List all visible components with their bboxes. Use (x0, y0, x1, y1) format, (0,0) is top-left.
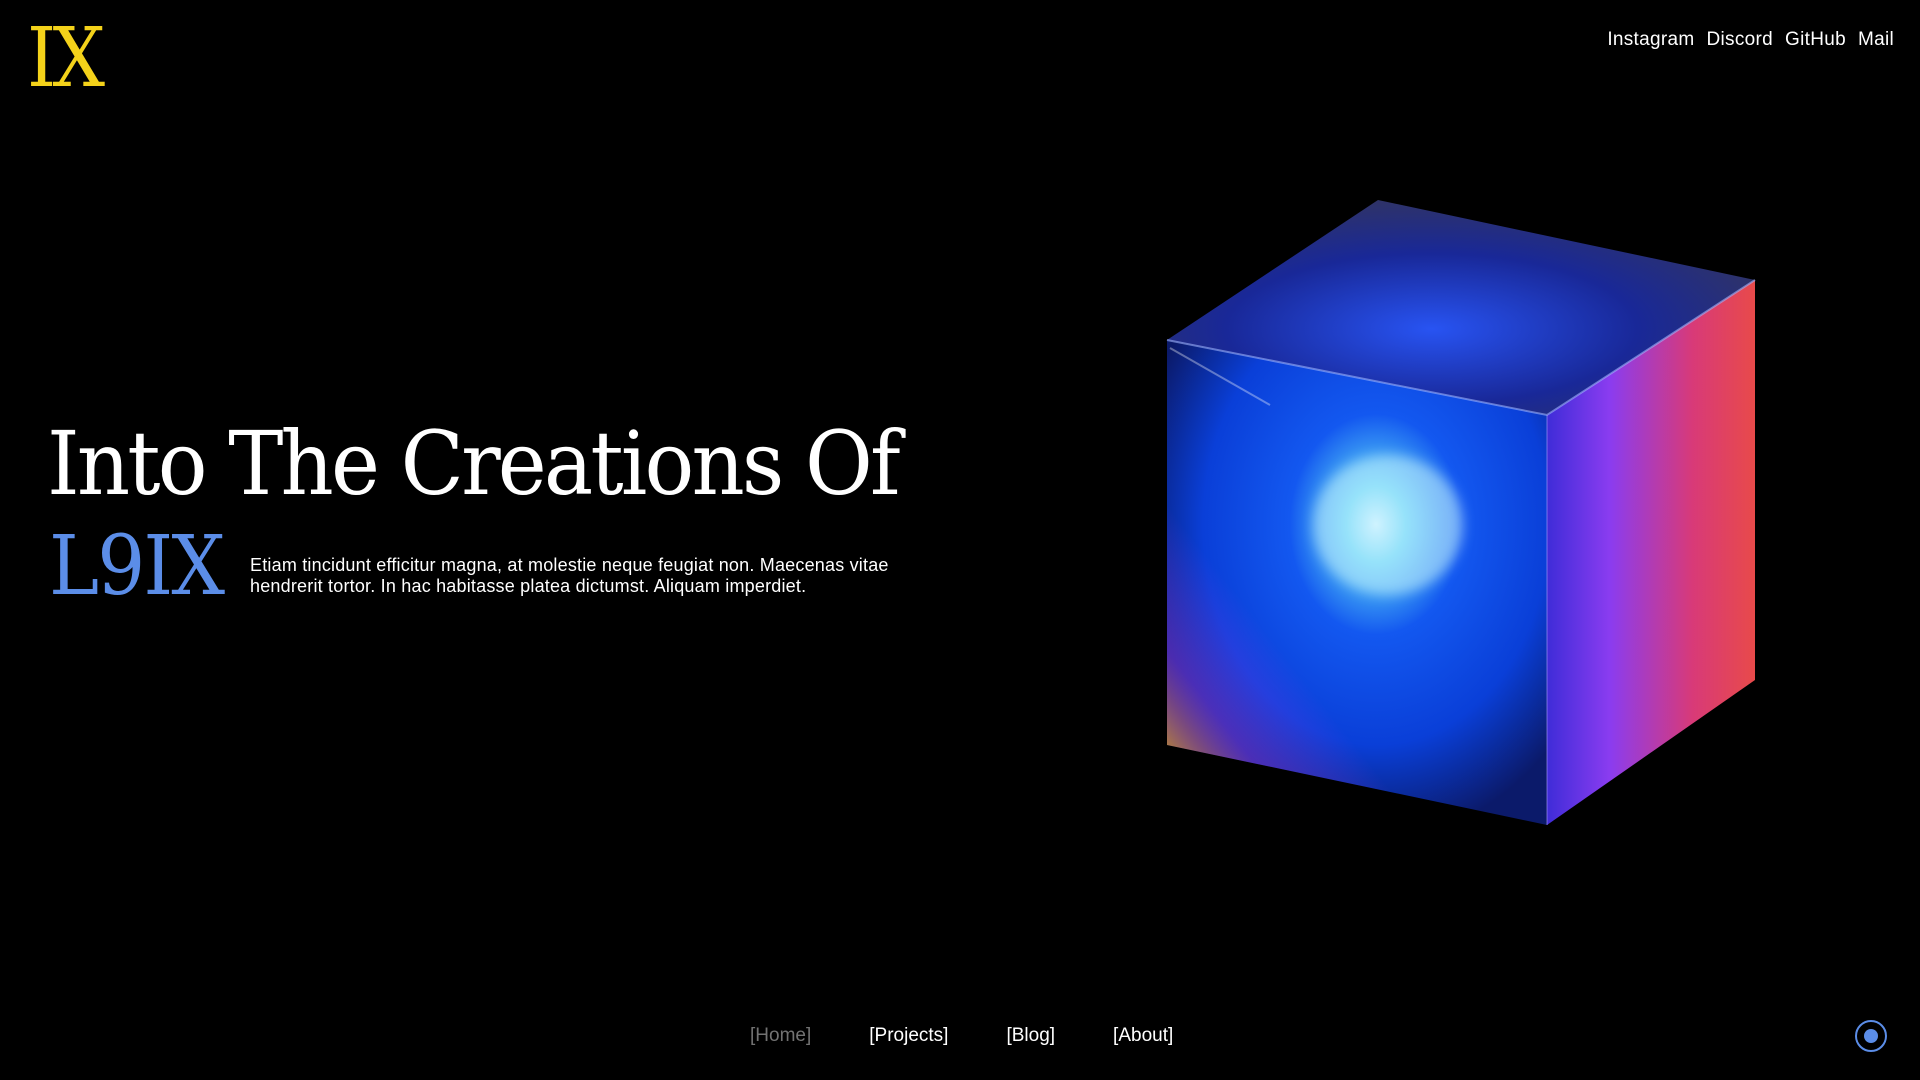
site-logo[interactable]: IX (27, 18, 105, 100)
bottom-nav: [Home] [Projects] [Blog] [About] (750, 1025, 1173, 1047)
nav-projects[interactable]: [Projects] (869, 1025, 948, 1047)
nav-home[interactable]: [Home] (750, 1025, 811, 1047)
indicator-dot (1864, 1029, 1878, 1043)
mail-link[interactable]: Mail (1858, 29, 1894, 51)
nav-blog[interactable]: [Blog] (1006, 1025, 1055, 1047)
glass-cube-image (1166, 200, 1756, 825)
github-link[interactable]: GitHub (1785, 29, 1846, 51)
hero-description: Etiam tincidunt efficitur magna, at mole… (250, 555, 889, 596)
social-links: Instagram Discord GitHub Mail (1607, 29, 1894, 51)
hero-title: Into The Creations Of (47, 412, 901, 515)
discord-link[interactable]: Discord (1707, 29, 1774, 51)
nav-about[interactable]: [About] (1113, 1025, 1173, 1047)
circle-dot-icon[interactable] (1855, 1020, 1887, 1052)
instagram-link[interactable]: Instagram (1607, 29, 1694, 51)
brand-name: L9IX (49, 519, 225, 614)
